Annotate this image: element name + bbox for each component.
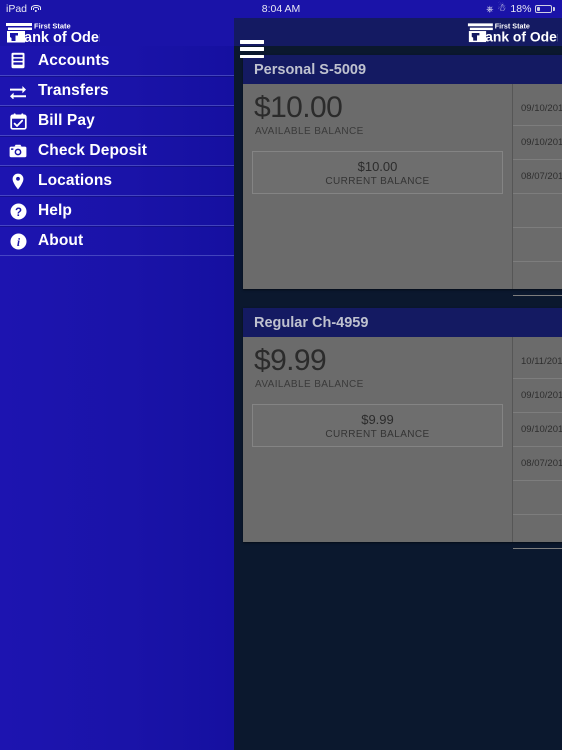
account-card[interactable]: Regular Ch-4959 $9.99 AVAILABLE BALANCE … xyxy=(243,308,562,549)
sidebar-item-label: Transfers xyxy=(38,82,109,99)
account-card-header: Regular Ch-4959 xyxy=(243,308,562,337)
transaction-list[interactable]: 10/11/201 09/10/201 09/10/201 08/07/201 xyxy=(512,337,562,549)
sidebar-item-check-deposit[interactable]: Check Deposit xyxy=(0,136,234,166)
status-bar-clock: 8:04 AM xyxy=(261,3,301,15)
transaction-date: 09/10/201 xyxy=(521,137,562,148)
transaction-row[interactable]: 10/11/201 xyxy=(513,345,562,379)
transaction-row[interactable] xyxy=(513,262,562,296)
transaction-row[interactable]: 09/10/201 xyxy=(513,92,562,126)
ios-status-bar: iPad 8:04 AM ⎈ ☃ 18% xyxy=(0,0,562,18)
transaction-row[interactable]: 09/10/201 xyxy=(513,413,562,447)
account-card-body: $10.00 AVAILABLE BALANCE $10.00 CURRENT … xyxy=(243,84,562,296)
account-title: Regular Ch-4959 xyxy=(254,314,369,331)
sidebar-item-label: Help xyxy=(38,202,72,219)
svg-text:?: ? xyxy=(14,206,21,218)
hamburger-bar-2 xyxy=(240,47,264,51)
navigation-sidebar: Accounts Transfers Bill Pay Check Deposi… xyxy=(0,46,234,750)
sidebar-item-label: Locations xyxy=(38,172,113,189)
account-balance-panel: $10.00 AVAILABLE BALANCE $10.00 CURRENT … xyxy=(243,84,512,289)
transaction-date: 09/10/201 xyxy=(521,424,562,435)
available-balance-amount: $9.99 xyxy=(254,344,327,377)
transaction-row[interactable]: 08/07/201 xyxy=(513,160,562,194)
transaction-row[interactable] xyxy=(513,515,562,549)
hamburger-bar-3 xyxy=(240,54,264,58)
sidebar-item-label: Bill Pay xyxy=(38,112,95,129)
transaction-row[interactable]: 08/07/201 xyxy=(513,447,562,481)
transaction-date: 10/11/201 xyxy=(521,356,562,367)
sidebar-item-transfers[interactable]: Transfers xyxy=(0,76,234,106)
sidebar-item-locations[interactable]: Locations xyxy=(0,166,234,196)
svg-text:ank of Odem: ank of Odem xyxy=(485,29,558,44)
account-card[interactable]: Personal S-5009 $10.00 AVAILABLE BALANCE… xyxy=(243,55,562,296)
sidebar-item-label: Check Deposit xyxy=(38,142,147,159)
sidebar-item-label: About xyxy=(38,232,84,249)
current-balance-amount: $10.00 xyxy=(357,158,398,174)
transfers-icon xyxy=(8,81,28,101)
app-screen: iPad 8:04 AM ⎈ ☃ 18% First State ank of … xyxy=(0,0,562,750)
account-card-header: Personal S-5009 xyxy=(243,55,562,84)
sidebar-item-label: Accounts xyxy=(38,51,110,69)
available-balance-amount: $10.00 xyxy=(254,91,343,124)
hamburger-bar-1 xyxy=(240,40,264,44)
account-balance-panel: $9.99 AVAILABLE BALANCE $9.99 CURRENT BA… xyxy=(243,337,512,542)
sidebar-item-help[interactable]: ? Help xyxy=(0,196,234,226)
location-pin-icon xyxy=(8,171,28,191)
hamburger-menu-icon[interactable] xyxy=(240,40,264,58)
current-balance-box[interactable]: $9.99 CURRENT BALANCE xyxy=(252,404,503,447)
bill-pay-icon xyxy=(8,111,28,131)
sidebar-item-about[interactable]: i About xyxy=(0,226,234,256)
sidebar-item-bill-pay[interactable]: Bill Pay xyxy=(0,106,234,136)
accounts-content-area: Personal S-5009 $10.00 AVAILABLE BALANCE… xyxy=(234,46,562,750)
transaction-row[interactable] xyxy=(513,228,562,262)
available-balance-label: AVAILABLE BALANCE xyxy=(255,379,364,390)
transaction-list[interactable]: 09/10/201 09/10/201 08/07/201 xyxy=(512,84,562,296)
sidebar-item-accounts[interactable]: Accounts xyxy=(0,46,234,76)
current-balance-box[interactable]: $10.00 CURRENT BALANCE xyxy=(252,151,503,194)
transaction-row[interactable]: 09/10/201 xyxy=(513,126,562,160)
check-deposit-icon xyxy=(8,141,28,161)
transaction-row[interactable] xyxy=(513,481,562,515)
current-balance-label: CURRENT BALANCE xyxy=(325,175,430,187)
about-info-icon: i xyxy=(8,231,28,251)
transaction-date: 09/10/201 xyxy=(521,103,562,114)
transaction-row[interactable]: 09/10/201 xyxy=(513,379,562,413)
account-card-body: $9.99 AVAILABLE BALANCE $9.99 CURRENT BA… xyxy=(243,337,562,549)
bank-logo-left: First State ank of Odem xyxy=(4,20,100,44)
current-balance-label: CURRENT BALANCE xyxy=(325,428,430,440)
available-balance-label: AVAILABLE BALANCE xyxy=(255,126,364,137)
accounts-icon xyxy=(8,51,28,71)
current-balance-amount: $9.99 xyxy=(361,411,394,427)
bank-logo-right: First State ank of Odem xyxy=(466,20,558,44)
account-title: Personal S-5009 xyxy=(254,61,367,78)
help-question-icon: ? xyxy=(8,201,28,221)
svg-text:ank of Odem: ank of Odem xyxy=(24,30,100,44)
transaction-row[interactable] xyxy=(513,194,562,228)
transaction-date: 08/07/201 xyxy=(521,458,562,469)
transaction-date: 09/10/201 xyxy=(521,390,562,401)
app-navigation-bar: First State ank of Odem First State ank … xyxy=(0,18,562,58)
transaction-date: 08/07/201 xyxy=(521,171,562,182)
